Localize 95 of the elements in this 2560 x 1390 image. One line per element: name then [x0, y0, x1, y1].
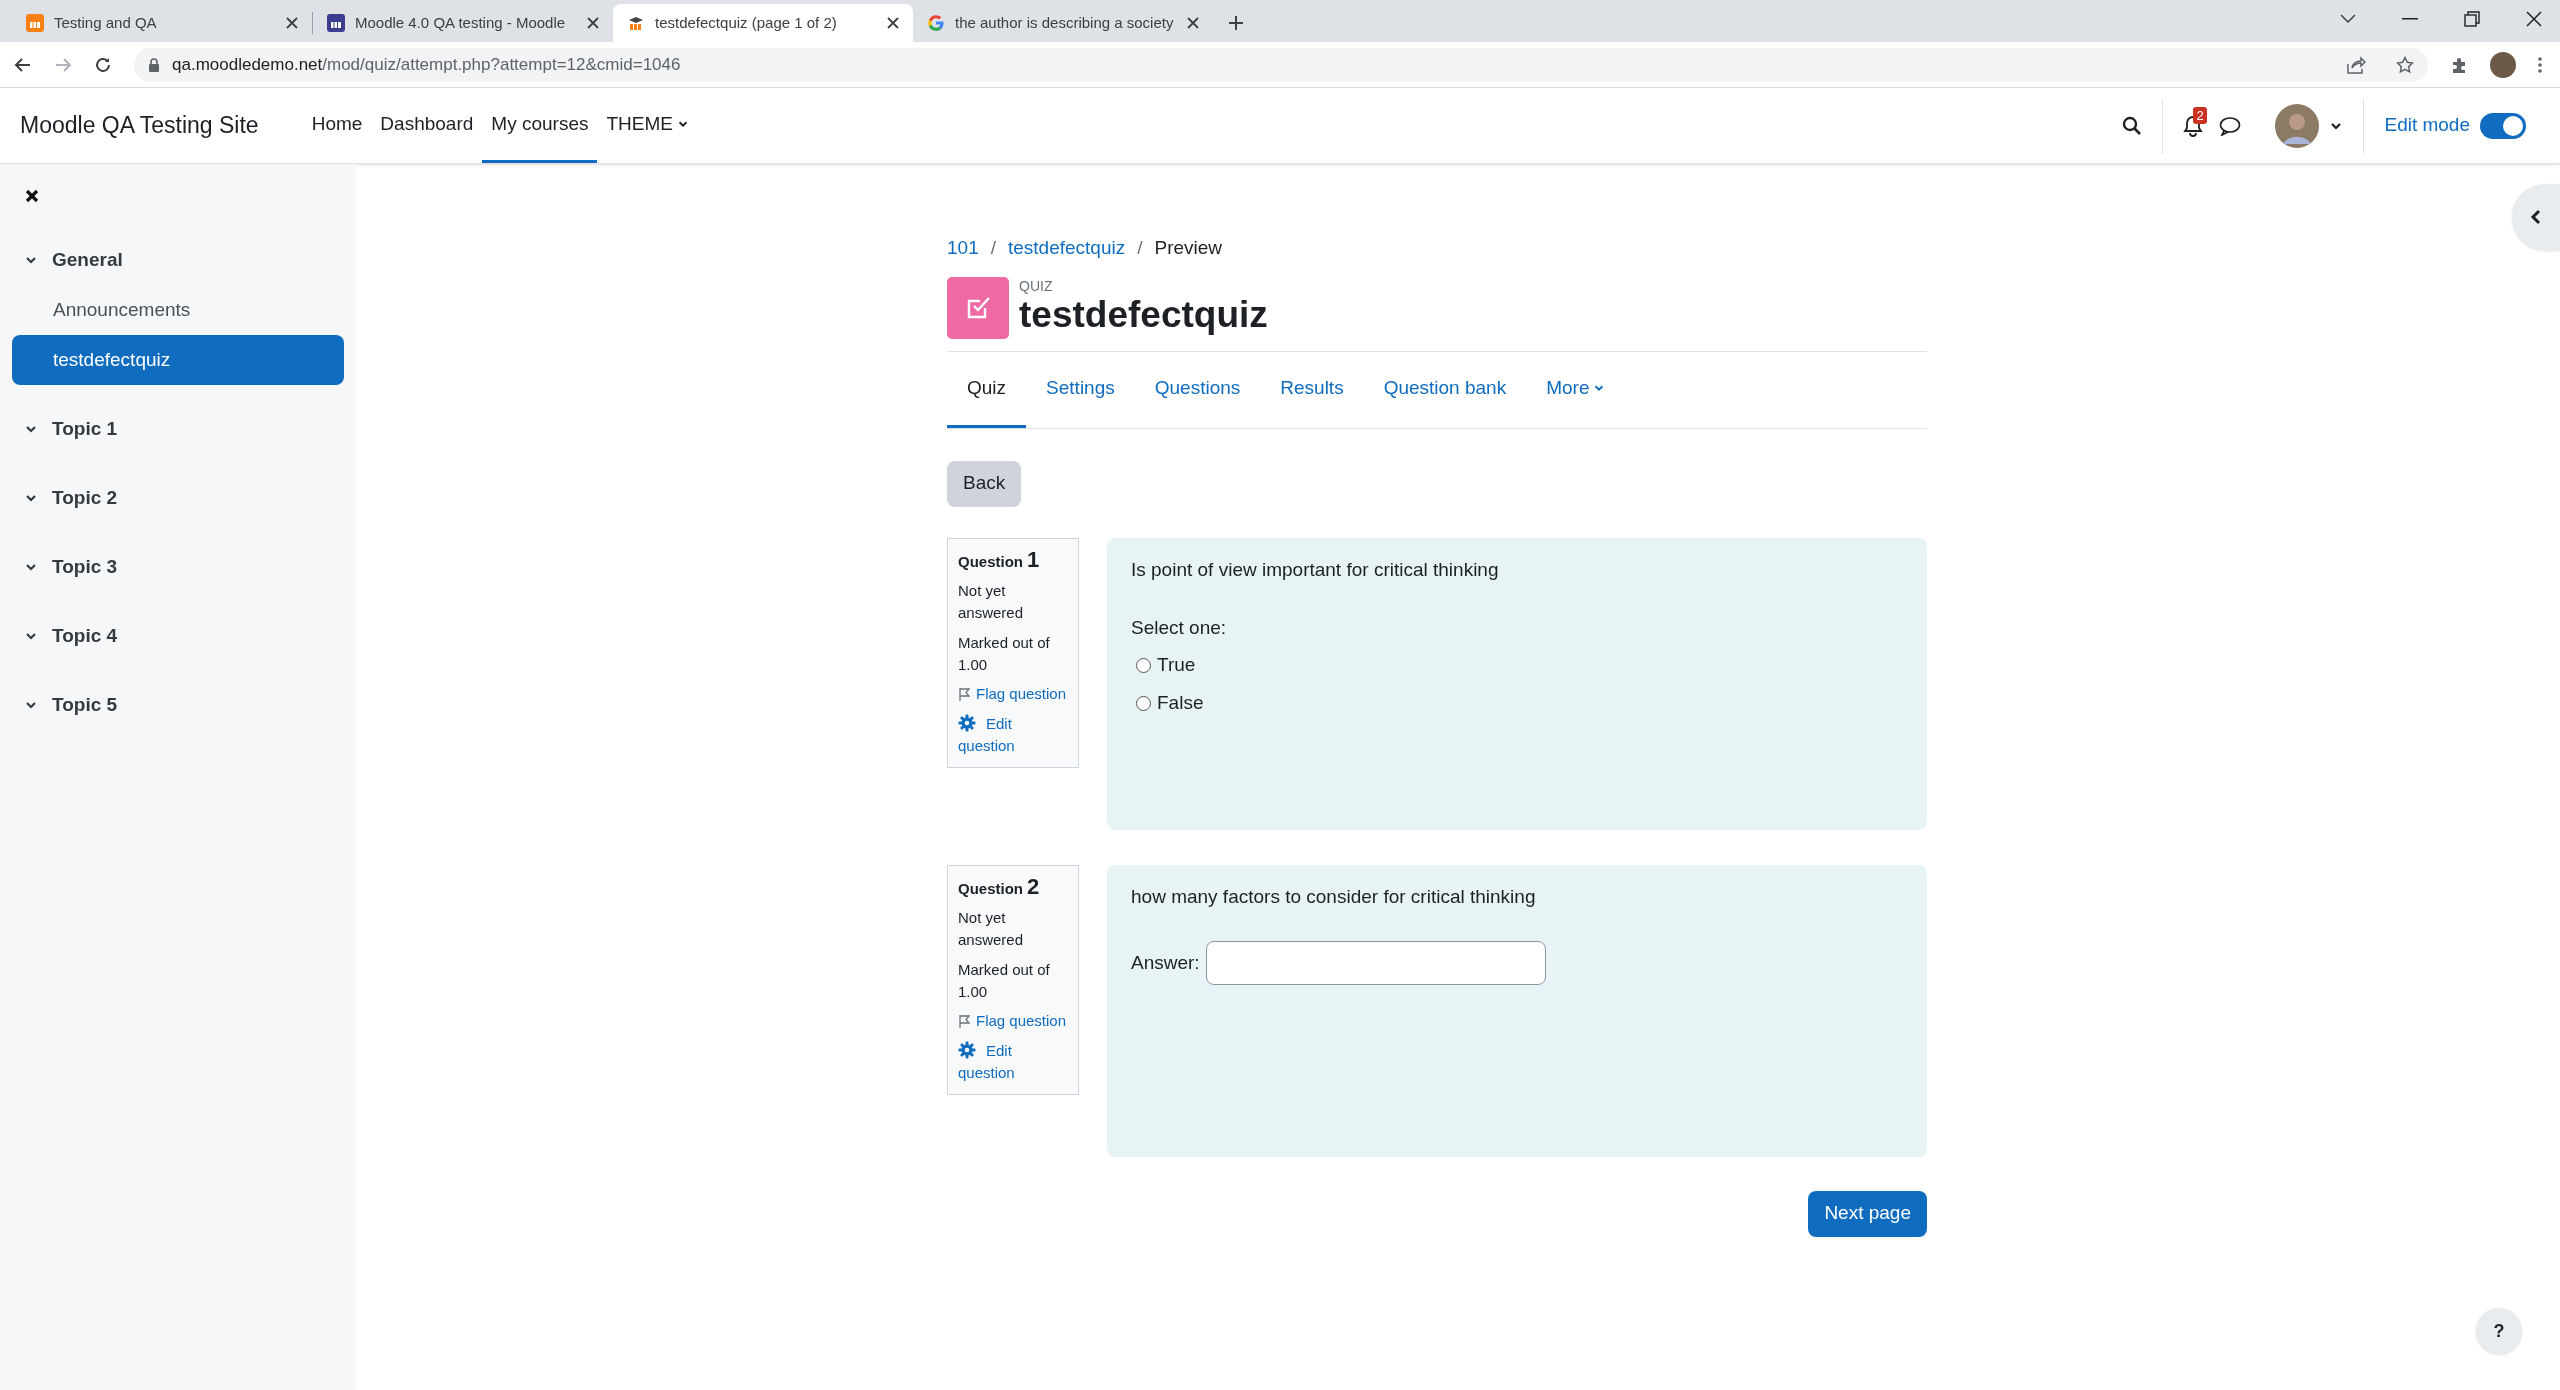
close-icon[interactable]	[25, 189, 39, 203]
flag-icon	[958, 687, 970, 702]
breadcrumb-separator: /	[1137, 236, 1143, 260]
section-heading[interactable]: Topic 4	[12, 611, 344, 661]
question-status: Not yet answered	[958, 581, 1025, 623]
tab-title: the author is describing a society	[955, 12, 1175, 33]
answer-label: Answer:	[1131, 950, 1200, 975]
question-number: 2	[1027, 875, 1040, 898]
section-heading[interactable]: Topic 2	[12, 473, 344, 523]
answer-option[interactable]: False	[1136, 688, 1903, 719]
chevron-left-icon	[2529, 209, 2543, 225]
edit-question-link[interactable]: Edit question	[958, 713, 1068, 757]
drawer-toggle-button[interactable]	[2512, 184, 2560, 250]
question-status: Not yet answered	[958, 908, 1025, 950]
secondary-tab[interactable]: Question bank	[1363, 351, 1527, 428]
section-heading[interactable]: General	[12, 235, 344, 285]
close-icon[interactable]	[2526, 11, 2542, 27]
answer-option[interactable]: True	[1136, 650, 1903, 681]
breadcrumb-separator: /	[990, 236, 996, 260]
share-icon[interactable]	[2346, 55, 2366, 74]
radio-button[interactable]	[1136, 696, 1151, 711]
tab-title: Moodle 4.0 QA testing - Moodle	[355, 12, 567, 33]
back-arrow-icon[interactable]	[14, 55, 32, 74]
question-text: how many factors to consider for critical thinking	[1131, 884, 1537, 909]
edit-mode-label: Edit mode	[2384, 113, 2470, 138]
nav-link[interactable]: My courses	[482, 88, 598, 163]
speech-bubble-icon[interactable]	[2219, 115, 2242, 136]
secondary-tab[interactable]: Settings	[1026, 351, 1135, 428]
gear-icon	[958, 1041, 976, 1059]
close-icon[interactable]	[887, 17, 899, 29]
next-page-button[interactable]: Next page	[1808, 1190, 1927, 1237]
activity-link[interactable]: Announcements	[12, 285, 344, 335]
activity-type-label: QUIZ	[1019, 278, 1054, 293]
breadcrumb-link[interactable]: 101	[947, 234, 979, 263]
question-label: Question	[958, 878, 1023, 899]
secondary-tab[interactable]: Results	[1260, 351, 1364, 428]
reload-icon[interactable]	[94, 55, 112, 74]
star-icon[interactable]	[2396, 55, 2414, 74]
notification-count: 2	[2193, 106, 2207, 124]
radio-button[interactable]	[1136, 658, 1151, 673]
question-label: Question	[958, 551, 1023, 572]
section-heading[interactable]: Topic 3	[12, 542, 344, 592]
secondary-tab[interactable]: Questions	[1134, 351, 1261, 428]
question-marks: Marked out of 1.00	[958, 959, 1051, 1002]
moodle-logo-icon	[26, 14, 44, 32]
flag-icon	[958, 1014, 970, 1029]
restore-icon[interactable]	[2464, 11, 2480, 27]
close-icon[interactable]	[587, 17, 599, 29]
moodle-logo-icon	[327, 14, 345, 32]
puzzle-icon[interactable]	[2450, 55, 2468, 74]
edit-question-link[interactable]: Edit question	[958, 1040, 1068, 1084]
quiz-checkbox-icon	[947, 276, 1009, 339]
address-bar[interactable]: qa.moodledemo.net/mod/quiz/attempt.php?attempt=12&cmid=1046	[134, 47, 2428, 82]
breadcrumb-link[interactable]: testdefectquiz	[1008, 234, 1126, 263]
secondary-tab[interactable]: More	[1526, 351, 1626, 428]
more-menu-icon[interactable]	[2538, 56, 2542, 73]
nav-link[interactable]: THEME	[597, 88, 698, 163]
nav-link[interactable]: Dashboard	[371, 88, 483, 163]
user-avatar-icon[interactable]	[2275, 103, 2320, 148]
minimize-icon[interactable]	[2402, 18, 2418, 20]
moodle-logo-icon	[627, 14, 645, 32]
help-button[interactable]: ?	[2476, 1308, 2522, 1354]
google-logo-icon	[927, 14, 945, 32]
answer-input-field[interactable]	[1205, 941, 1546, 985]
browser-tab[interactable]: the author is describing a society	[913, 4, 1213, 42]
gear-icon	[958, 714, 976, 732]
secondary-tab[interactable]: Quiz	[947, 351, 1027, 428]
section-heading[interactable]: Topic 1	[12, 404, 344, 454]
select-one-label: Select one:	[1131, 616, 1228, 640]
question-number: 1	[1027, 548, 1040, 571]
section-heading[interactable]: Topic 5	[12, 680, 344, 730]
url-text: qa.moodledemo.net/mod/quiz/attempt.php?attempt=12&cmid=1046	[172, 53, 681, 76]
avatar-icon[interactable]	[2490, 51, 2516, 78]
activity-link[interactable]: testdefectquiz	[12, 335, 344, 385]
browser-tab[interactable]: Moodle 4.0 QA testing - Moodle	[313, 4, 613, 42]
edit-mode-toggle[interactable]	[2480, 112, 2526, 139]
search-icon[interactable]	[2122, 115, 2143, 136]
flag-question-link[interactable]: Flag question	[958, 683, 1068, 705]
question-text: Is point of view important for critical thinking	[1131, 557, 1500, 582]
nav-link[interactable]: Home	[302, 88, 372, 163]
flag-question-link[interactable]: Flag question	[958, 1010, 1068, 1032]
question-marks: Marked out of 1.00	[958, 632, 1051, 675]
tab-title: testdefectquiz (page 1 of 2)	[655, 12, 838, 33]
lock-icon	[148, 57, 160, 72]
back-button[interactable]: Back	[947, 460, 1022, 507]
page-title: testdefectquiz	[1019, 293, 1268, 337]
new-tab-icon[interactable]	[1227, 14, 1245, 32]
site-name[interactable]: Moodle QA Testing Site	[20, 108, 259, 143]
browser-tab[interactable]: Testing and QA	[12, 4, 312, 42]
browser-tab[interactable]: testdefectquiz (page 1 of 2)	[613, 4, 913, 42]
breadcrumb-current: Preview	[1154, 236, 1223, 260]
tab-title: Testing and QA	[54, 12, 158, 33]
close-icon[interactable]	[1187, 17, 1199, 29]
chevron-down-icon[interactable]	[2340, 14, 2356, 24]
close-icon[interactable]	[286, 17, 298, 29]
